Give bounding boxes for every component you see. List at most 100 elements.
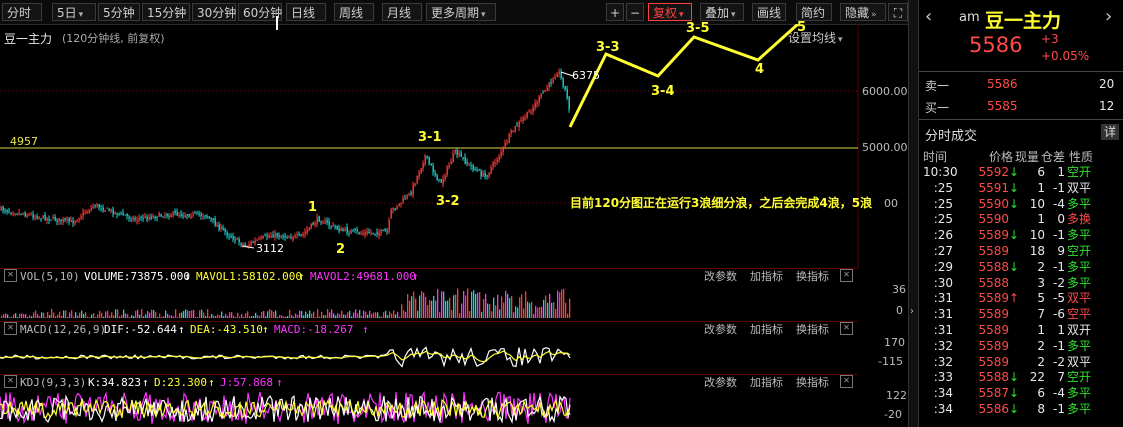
volume-bar	[41, 312, 43, 318]
candle-body	[350, 230, 352, 234]
vol-close-icon[interactable]: ✕	[4, 269, 17, 282]
kdj-close-icon[interactable]: ✕	[4, 375, 17, 388]
candle-body	[76, 220, 78, 222]
macd-pane-close-icon[interactable]: ✕	[840, 322, 853, 335]
tab-15min[interactable]: 15分钟	[142, 3, 190, 21]
candle-body	[178, 215, 180, 217]
tab-weekly[interactable]: 周线	[334, 3, 374, 21]
tab-30min[interactable]: 30分钟	[192, 3, 236, 21]
tick-time: :31	[933, 323, 953, 337]
kdj-add-indicator-button[interactable]: 加指标	[750, 375, 783, 390]
volume-bar	[569, 298, 571, 318]
volume-bar	[411, 296, 413, 318]
volume-bar	[197, 317, 199, 318]
wave-label-3-5: 3-5	[686, 21, 710, 36]
forward-chevron-icon[interactable]: ›	[1105, 6, 1112, 27]
vol-axis-top: 36	[892, 283, 906, 296]
zoom-out-button[interactable]: −	[626, 3, 644, 21]
tick-diff: -1	[1053, 180, 1065, 195]
overlay-button[interactable]: 叠加 ▾	[700, 3, 744, 21]
collapse-arrow-icon[interactable]: ›	[910, 306, 914, 317]
macd-switch-indicator-button[interactable]: 换指标	[796, 322, 829, 337]
exchange-prefix: am	[959, 10, 980, 25]
adjust-button[interactable]: 复权 ▾	[648, 3, 692, 21]
vol-edit-params-button[interactable]: 改参数	[704, 269, 737, 284]
main-chart-svg	[0, 24, 859, 268]
macd-add-indicator-button[interactable]: 加指标	[750, 322, 783, 337]
vol-pane-close-icon[interactable]: ✕	[840, 269, 853, 282]
volume-bar	[61, 316, 63, 318]
candle-body	[186, 214, 188, 216]
candle-body	[58, 218, 60, 222]
back-chevron-icon[interactable]: ‹	[925, 6, 932, 27]
volume-bar	[341, 310, 343, 318]
tab-5min[interactable]: 5分钟	[98, 3, 140, 21]
volume-bar	[87, 316, 89, 318]
tick-qty: 1	[1037, 180, 1045, 195]
volume-bar	[529, 303, 531, 318]
high-annotation: 6375	[572, 69, 600, 82]
tab-monthly[interactable]: 月线	[382, 3, 422, 21]
kdj-pane-close-icon[interactable]: ✕	[840, 375, 853, 388]
zoom-in-button[interactable]: +	[606, 3, 624, 21]
candle-body	[416, 176, 418, 183]
volume-bar	[503, 302, 505, 318]
candle-body	[184, 215, 186, 218]
vol-add-indicator-button[interactable]: 加指标	[750, 269, 783, 284]
vol-switch-indicator-button[interactable]: 换指标	[796, 269, 829, 284]
tab-daily[interactable]: 日线	[286, 3, 326, 21]
tick-time: :32	[933, 354, 953, 369]
macd-close-icon[interactable]: ✕	[4, 322, 17, 335]
detail-button[interactable]: 详	[1101, 124, 1119, 140]
candle-body	[306, 229, 308, 233]
kdj-edit-params-button[interactable]: 改参数	[704, 375, 737, 390]
volume-bar	[13, 314, 15, 318]
candle-body	[64, 218, 66, 220]
tab-intraday[interactable]: 分时	[2, 3, 42, 21]
candle-body	[482, 173, 484, 177]
tick-qty: 1	[1037, 323, 1045, 337]
fullscreen-icon[interactable]: ⛶	[888, 3, 908, 21]
tick-row: :25 5590 1 0 多换	[919, 212, 1119, 228]
kdj-switch-indicator-button[interactable]: 换指标	[796, 375, 829, 390]
candle-body	[410, 192, 412, 194]
volume-bar	[19, 313, 21, 318]
col-qty: 现量	[1015, 150, 1040, 164]
volume-bar	[277, 316, 279, 318]
candle-body	[430, 163, 432, 166]
volume-bar	[187, 310, 189, 318]
macd-edit-params-button[interactable]: 改参数	[704, 322, 737, 337]
candle-body	[466, 162, 468, 164]
volume-bar	[401, 304, 403, 318]
candle-body	[368, 231, 370, 233]
simple-button[interactable]: 简约	[796, 3, 832, 21]
draw-line-button[interactable]: 画线	[752, 3, 786, 21]
hide-button[interactable]: 隐藏»	[840, 3, 886, 21]
tab-5day[interactable]: 5日 ▾	[52, 3, 96, 21]
tab-more-periods[interactable]: 更多周期 ▾	[426, 3, 496, 21]
candle-body	[372, 232, 374, 234]
kdj-lines	[0, 390, 571, 425]
candle-body	[202, 216, 204, 218]
ticks-header: 时间 价格 现量 仓差 性质	[919, 148, 1123, 164]
candle-body	[446, 166, 448, 176]
tick-nature: 多平	[1067, 259, 1092, 274]
volume-bar	[363, 310, 365, 318]
candle-body	[242, 244, 244, 246]
volume-bar	[493, 297, 495, 318]
volume-bar	[373, 312, 375, 318]
volume-bar	[51, 309, 53, 318]
volume-bar	[223, 316, 225, 318]
candle-body	[458, 153, 460, 156]
tick-row: :25 5590 ↓ 10 -4 多平	[919, 197, 1119, 213]
volume-bar	[177, 317, 179, 318]
volume-bar	[253, 316, 255, 318]
candle-body	[536, 102, 538, 105]
candle-body	[74, 221, 76, 223]
volume-bar	[525, 291, 527, 318]
tick-diff: -2	[1053, 275, 1065, 290]
volume-bar	[273, 311, 275, 318]
volume-bar	[263, 311, 265, 318]
candle-body	[520, 119, 522, 121]
price-change-pct: +0.05%	[1041, 49, 1090, 63]
